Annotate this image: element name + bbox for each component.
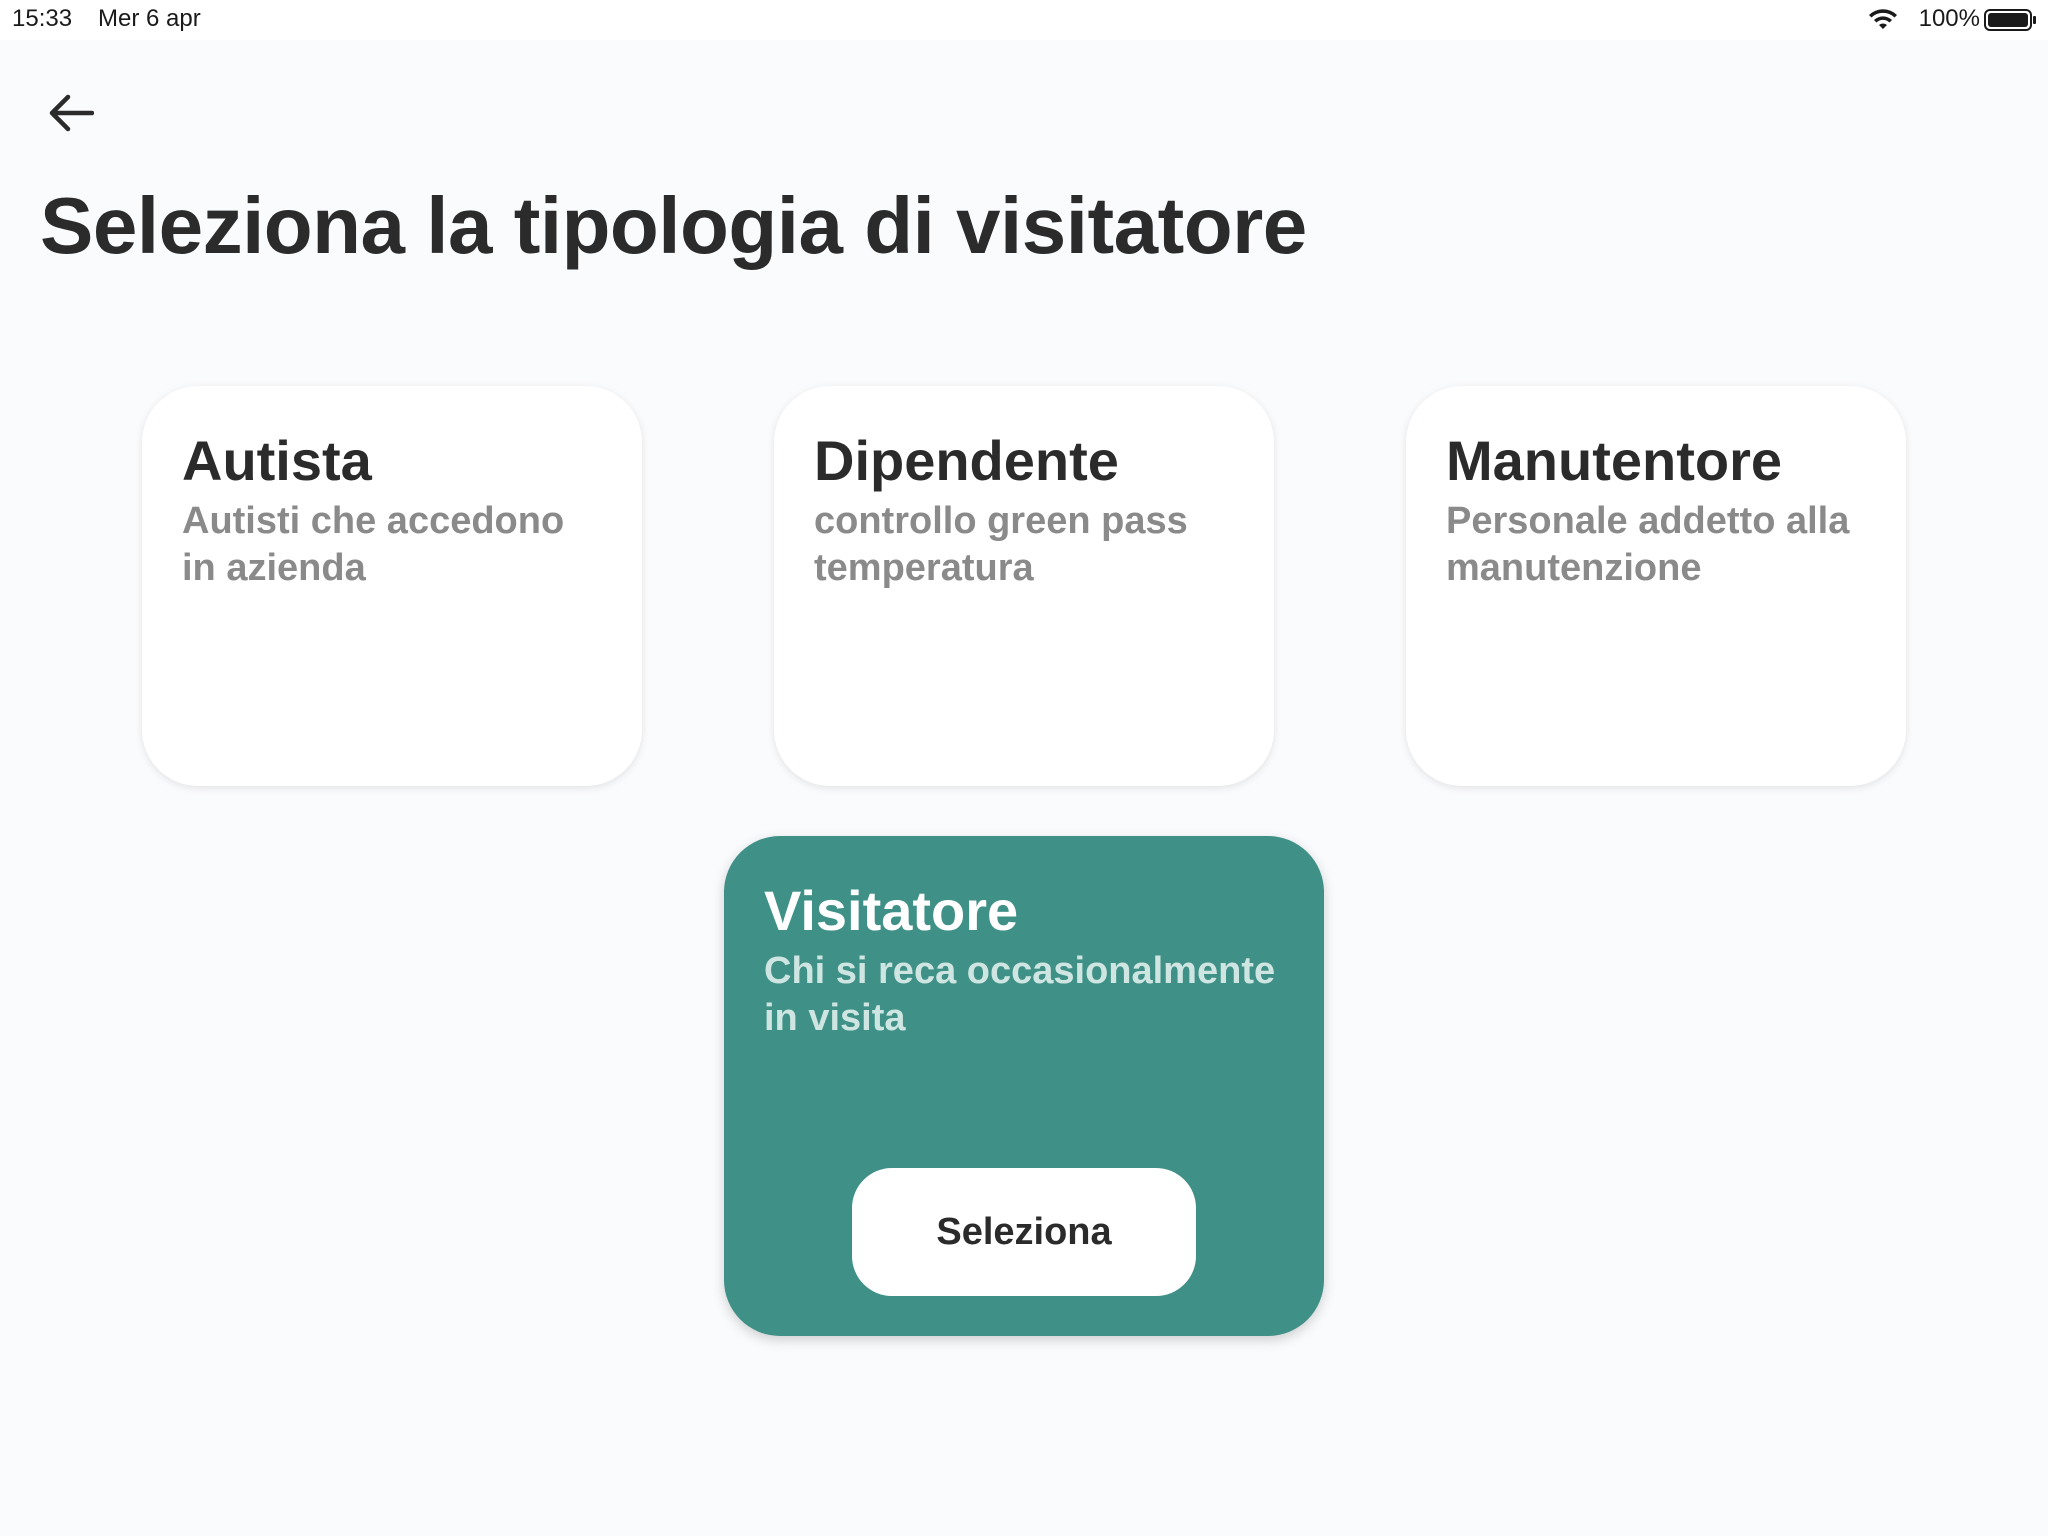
status-bar: 15:33 Mer 6 apr 100% <box>0 0 2048 40</box>
back-button[interactable] <box>42 84 100 142</box>
card-description: Personale addetto alla manutenzione <box>1446 500 1850 589</box>
card-title: Manutentore <box>1446 429 1782 492</box>
battery-icon <box>1984 9 2036 31</box>
card-description: Chi si reca occasionalmente in visita <box>764 950 1276 1039</box>
card-description: controllo green pass temperatura <box>814 500 1188 589</box>
wifi-icon <box>1869 9 1897 29</box>
status-time: 15:33 <box>12 5 73 32</box>
visitor-type-card-visitatore[interactable]: Visitatore Chi si reca occasionalmente i… <box>724 836 1324 1336</box>
arrow-left-icon <box>49 94 94 132</box>
status-date: Mer 6 apr <box>98 5 201 32</box>
page-title: Seleziona la tipologia di visitatore <box>40 181 1307 270</box>
visitor-type-card-autista[interactable]: Autista Autisti che accedono in azienda <box>142 386 642 786</box>
visitor-type-card-dipendente[interactable]: Dipendente controllo green pass temperat… <box>774 386 1274 786</box>
select-button[interactable]: Seleziona <box>852 1168 1196 1296</box>
card-title: Dipendente <box>814 429 1119 492</box>
card-title: Autista <box>182 429 372 492</box>
visitor-type-card-manutentore[interactable]: Manutentore Personale addetto alla manut… <box>1406 386 1906 786</box>
battery-percent: 100% <box>1918 5 1980 32</box>
card-description: Autisti che accedono in azienda <box>182 500 565 589</box>
card-title: Visitatore <box>764 879 1019 942</box>
